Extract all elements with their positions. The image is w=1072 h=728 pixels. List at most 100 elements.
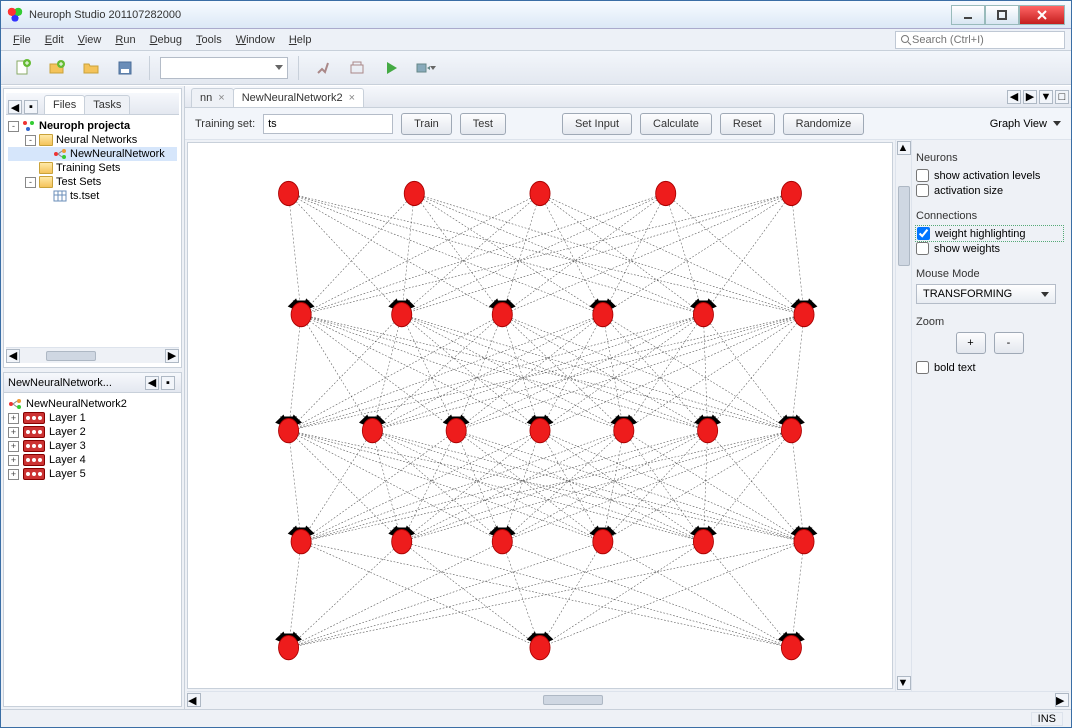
editor-tab-network2[interactable]: NewNeuralNetwork2×	[233, 88, 364, 107]
save-all-button[interactable]	[111, 55, 139, 81]
layer-icon	[23, 426, 45, 438]
layer-row[interactable]: + Layer 2	[8, 425, 177, 439]
close-button[interactable]	[1019, 5, 1065, 25]
pin-icon[interactable]: ▪	[161, 376, 175, 390]
tree-item-label: NewNeuralNetwork	[70, 148, 165, 160]
tree-hscrollbar[interactable]: ◀▶	[6, 347, 179, 363]
show-activation-checkbox[interactable]: show activation levels	[916, 168, 1063, 183]
collapse-icon[interactable]: -	[25, 135, 36, 146]
left-arrow-icon[interactable]: ◀	[8, 100, 22, 114]
new-project-button[interactable]	[43, 55, 71, 81]
app-icon	[7, 7, 23, 23]
search-icon	[900, 34, 912, 46]
layer-icon	[23, 468, 45, 480]
properties-panel: Neurons show activation levels activatio…	[911, 140, 1071, 691]
neurons-header: Neurons	[916, 152, 1063, 164]
close-icon[interactable]: ×	[349, 92, 355, 104]
layer-row[interactable]: +Layer 1	[8, 411, 177, 425]
left-tabstrip: ◀ ▪ Files Tasks	[6, 93, 179, 115]
layer-label: Layer 2	[49, 426, 86, 438]
show-weights-checkbox[interactable]: show weights	[916, 241, 1063, 256]
project-tree[interactable]: -Neuroph projecta -Neural Networks NewNe…	[6, 115, 179, 347]
layer-icon	[23, 412, 45, 424]
menu-window[interactable]: Window	[230, 32, 281, 48]
run-button[interactable]	[377, 55, 405, 81]
layer-row[interactable]: +Layer 3	[8, 439, 177, 453]
expand-icon[interactable]: +	[8, 413, 19, 424]
randomize-button[interactable]: Randomize	[783, 113, 865, 135]
expand-icon[interactable]: +	[8, 469, 19, 480]
menu-view[interactable]: View	[72, 32, 108, 48]
dropdown-icon[interactable]: ▼	[1039, 90, 1053, 104]
tree-item-label: ts.tset	[70, 190, 99, 202]
expand-icon[interactable]: +	[8, 441, 19, 452]
search-input[interactable]	[912, 34, 1060, 46]
pin-icon[interactable]: ▪	[24, 100, 38, 114]
maximize-editor-icon[interactable]: □	[1055, 90, 1069, 104]
close-icon[interactable]: ×	[218, 92, 224, 104]
zoom-out-button[interactable]: -	[994, 332, 1024, 354]
tree-folder-label: Test Sets	[56, 176, 101, 188]
debug-button[interactable]	[411, 55, 439, 81]
prev-tab-icon[interactable]: ◀	[1007, 90, 1021, 104]
editor-tab-nn[interactable]: nn×	[191, 88, 234, 107]
calculate-button[interactable]: Calculate	[640, 113, 712, 135]
editor-toolbar: Training set: Train Test Set Input Calcu…	[185, 108, 1071, 140]
training-set-input[interactable]	[263, 114, 393, 134]
status-bar: INS	[1, 709, 1071, 727]
tab-tasks[interactable]: Tasks	[84, 95, 130, 114]
layer-row[interactable]: + Layer 5	[8, 467, 177, 481]
toolbar	[1, 51, 1071, 85]
build-button[interactable]	[309, 55, 337, 81]
config-combo[interactable]	[160, 57, 288, 79]
expand-icon[interactable]: +	[8, 455, 19, 466]
set-input-button[interactable]: Set Input	[562, 113, 632, 135]
navigator-tree[interactable]: NewNeuralNetwork2 +Layer 1+Layer 2+Layer…	[4, 393, 181, 706]
maximize-button[interactable]	[985, 5, 1019, 25]
menu-bar: File Edit View Run Debug Tools Window He…	[1, 29, 1071, 51]
layer-row[interactable]: + Layer 4	[8, 453, 177, 467]
network-icon	[53, 148, 67, 160]
menu-tools[interactable]: Tools	[190, 32, 228, 48]
tree-item-tset[interactable]: ts.tset	[8, 189, 177, 203]
menu-debug[interactable]: Debug	[144, 32, 188, 48]
activation-size-checkbox[interactable]: activation size	[916, 183, 1063, 198]
chevron-down-icon	[1053, 121, 1061, 126]
layer-label: Layer 5	[49, 468, 86, 480]
mouse-mode-select[interactable]: TRANSFORMING	[916, 284, 1056, 304]
navigator-root-label: NewNeuralNetwork2	[26, 398, 127, 410]
expand-icon[interactable]: +	[8, 427, 19, 438]
new-file-button[interactable]	[9, 55, 37, 81]
train-button[interactable]: Train	[401, 113, 452, 135]
canvas-hscrollbar[interactable]: ◀▶	[187, 691, 1069, 707]
tree-folder-label: Neural Networks	[56, 134, 137, 146]
menu-file[interactable]: File	[7, 32, 37, 48]
network-canvas[interactable]	[187, 142, 893, 689]
canvas-vscrollbar[interactable]: ▲▼	[895, 140, 911, 691]
tab-files[interactable]: Files	[44, 95, 85, 114]
zoom-in-button[interactable]: +	[956, 332, 986, 354]
menu-edit[interactable]: Edit	[39, 32, 70, 48]
layer-label: Layer 4	[49, 454, 86, 466]
search-box[interactable]	[895, 31, 1065, 49]
menu-help[interactable]: Help	[283, 32, 318, 48]
window-title: Neuroph Studio 201107282000	[29, 9, 951, 21]
next-tab-icon[interactable]: ▶	[1023, 90, 1037, 104]
view-selector[interactable]: Graph View	[990, 118, 1061, 130]
layer-icon	[23, 454, 45, 466]
test-button[interactable]: Test	[460, 113, 506, 135]
bold-text-checkbox[interactable]: bold text	[916, 360, 1063, 375]
titlebar: Neuroph Studio 201107282000	[1, 1, 1071, 29]
table-icon	[53, 190, 67, 202]
minimize-button[interactable]	[951, 5, 985, 25]
clean-build-button[interactable]	[343, 55, 371, 81]
left-arrow-icon[interactable]: ◀	[145, 376, 159, 390]
reset-button[interactable]: Reset	[720, 113, 775, 135]
weight-highlighting-checkbox[interactable]: weight highlighting	[916, 226, 1063, 241]
menu-run[interactable]: Run	[109, 32, 141, 48]
open-button[interactable]	[77, 55, 105, 81]
connections-header: Connections	[916, 210, 1063, 222]
collapse-icon[interactable]: -	[25, 177, 36, 188]
collapse-icon[interactable]: -	[8, 121, 19, 132]
tree-item-network[interactable]: NewNeuralNetwork	[8, 147, 177, 161]
